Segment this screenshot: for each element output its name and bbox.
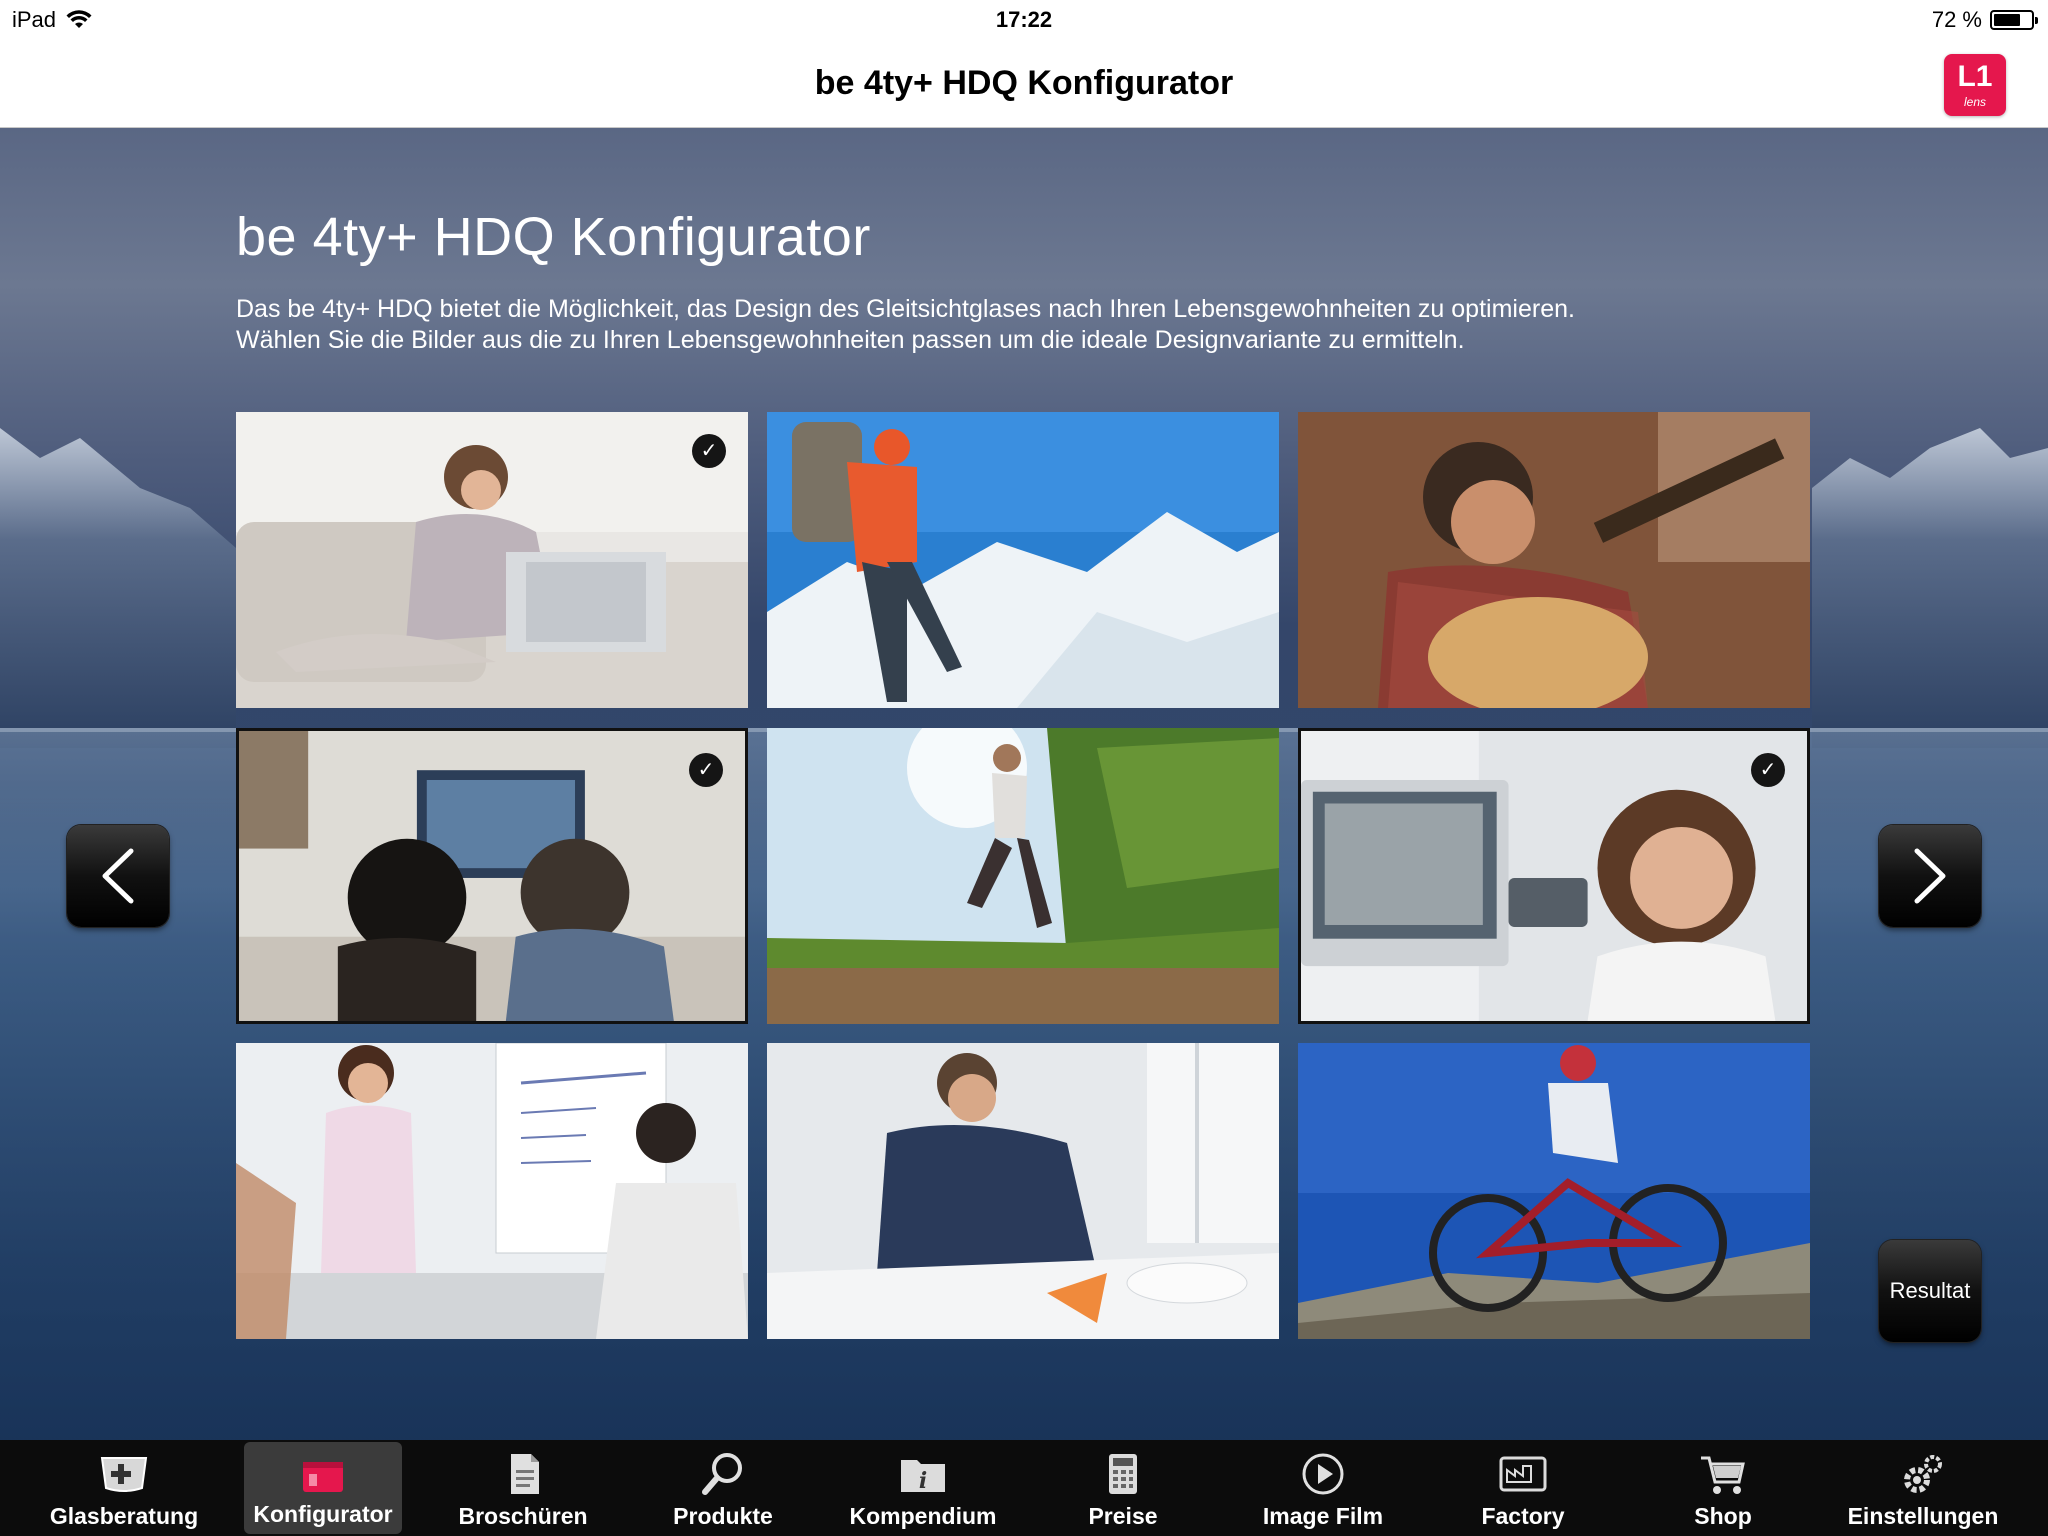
presentation-image	[236, 1043, 748, 1339]
page-heading: be 4ty+ HDQ Konfigurator	[236, 207, 871, 267]
tab-label: Broschüren	[458, 1503, 588, 1529]
lifestyle-tile-architect[interactable]	[767, 1043, 1279, 1339]
tab-broschueren[interactable]: Broschüren	[423, 1440, 623, 1536]
woman-computer-image	[1301, 731, 1807, 1021]
clock: 17:22	[995, 7, 1053, 32]
tab-factory[interactable]: Factory	[1423, 1440, 1623, 1536]
brand-logo[interactable]: L1 lens	[1944, 54, 2006, 116]
tab-shop[interactable]: Shop	[1623, 1440, 1823, 1536]
runner-image	[767, 728, 1279, 1024]
next-page-button[interactable]	[1879, 825, 1981, 927]
logo-text: L1	[1957, 60, 1993, 93]
lifestyle-tile-runner[interactable]	[767, 728, 1279, 1024]
nav-title: be 4ty+ HDQ Konfigurator	[814, 64, 1234, 102]
chevron-left-icon	[102, 848, 134, 904]
architect-image	[767, 1043, 1279, 1339]
tab-label: Shop	[1694, 1503, 1752, 1529]
lens-plus-icon	[100, 1457, 148, 1492]
play-icon	[1302, 1453, 1344, 1495]
selected-check-icon: ✓	[692, 434, 726, 468]
tab-konfigurator[interactable]: Konfigurator	[244, 1442, 402, 1534]
logo-subtext: lens	[1963, 95, 1986, 109]
main-content: be 4ty+ HDQ Konfigurator Das be 4ty+ HDQ…	[0, 128, 2048, 1440]
selected-check-icon: ✓	[1751, 753, 1785, 787]
chevron-right-icon	[1914, 848, 1946, 904]
tab-kompendium[interactable]: i Kompendium	[823, 1440, 1023, 1536]
tab-label: Konfigurator	[253, 1501, 393, 1527]
battery-fill	[1994, 14, 2020, 26]
brochure-icon	[511, 1454, 539, 1494]
gear-icon	[1904, 1455, 1942, 1493]
cart-icon	[1701, 1456, 1745, 1494]
status-right: 72 %	[1931, 7, 2038, 33]
mountain-biker-image	[1298, 1043, 1810, 1339]
tab-preise[interactable]: Preise	[1023, 1440, 1223, 1536]
tab-label: Factory	[1481, 1503, 1565, 1529]
magnifier-icon	[702, 1453, 742, 1495]
hiker-image	[767, 412, 1279, 708]
lifestyle-tile-office[interactable]: ✓	[1298, 728, 1810, 1024]
tab-label: Kompendium	[849, 1503, 997, 1529]
woman-laptop-image	[236, 412, 748, 708]
svg-text:i: i	[919, 1468, 927, 1494]
lifestyle-tile-biker[interactable]	[1298, 1043, 1810, 1339]
description-line-2: Wählen Sie die Bilder aus die zu Ihren L…	[236, 326, 1465, 354]
navigation-bar: be 4ty+ HDQ Konfigurator L1 lens	[0, 40, 2048, 128]
tab-label: Image Film	[1262, 1503, 1384, 1529]
tab-bar: Glasberatung Konfigurator Broschüren Pro…	[0, 1440, 2048, 1536]
tab-image-film[interactable]: Image Film	[1223, 1440, 1423, 1536]
calculator-icon	[1109, 1454, 1137, 1494]
couple-tv-image	[239, 731, 745, 1021]
info-folder-icon: i	[901, 1460, 945, 1494]
lifestyle-tile-guitar[interactable]	[1298, 412, 1810, 708]
page-description: Das be 4ty+ HDQ bietet die Möglichkeit, …	[236, 294, 1836, 356]
lifestyle-tile-tv[interactable]: ✓	[236, 728, 748, 1024]
lifestyle-tile-presentation[interactable]	[236, 1043, 748, 1339]
previous-page-button[interactable]	[67, 825, 169, 927]
battery-icon	[1990, 10, 2038, 30]
tab-label: Preise	[1088, 1503, 1158, 1529]
tab-glasberatung[interactable]: Glasberatung	[24, 1440, 224, 1536]
battery-percent: 72 %	[1931, 7, 1982, 32]
result-button[interactable]: Resultat	[1879, 1240, 1981, 1342]
description-line-1: Das be 4ty+ HDQ bietet die Möglichkeit, …	[236, 295, 1575, 323]
lifestyle-tile-woman-laptop[interactable]: ✓	[236, 412, 748, 708]
tab-produkte[interactable]: Produkte	[623, 1440, 823, 1536]
factory-icon	[1499, 1456, 1547, 1492]
guitar-player-image	[1298, 412, 1810, 708]
tab-label: Produkte	[673, 1503, 773, 1529]
tab-einstellungen[interactable]: Einstellungen	[1823, 1440, 2023, 1536]
tab-label: Einstellungen	[1847, 1503, 1999, 1529]
status-bar: iPad 17:22 72 %	[0, 0, 2048, 40]
selected-check-icon: ✓	[689, 753, 723, 787]
tab-label: Glasberatung	[49, 1503, 199, 1529]
lifestyle-tile-hiker[interactable]	[767, 412, 1279, 708]
configurator-icon	[303, 1462, 343, 1492]
